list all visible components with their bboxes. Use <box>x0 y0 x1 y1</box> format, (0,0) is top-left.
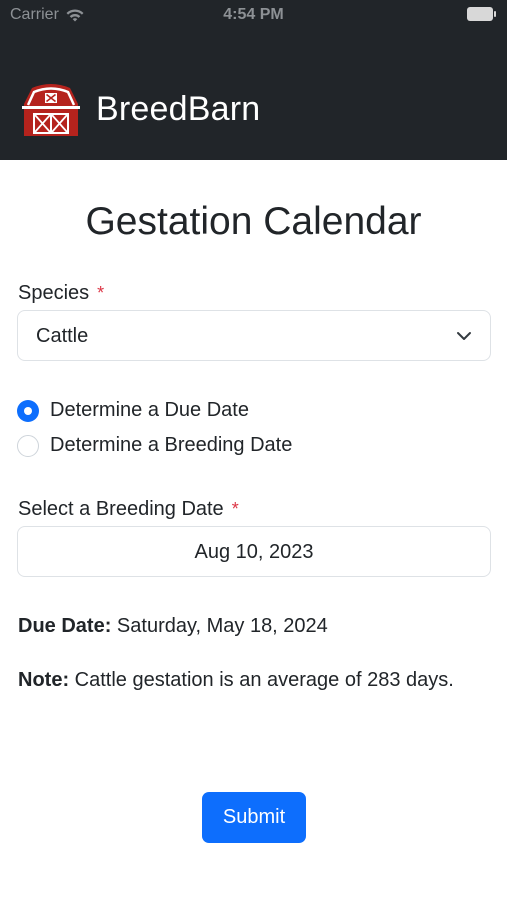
radio-option-due-date[interactable]: Determine a Due Date <box>17 399 249 422</box>
status-bar: Carrier 4:54 PM <box>0 0 507 30</box>
breeding-date-picker[interactable]: Aug 10, 2023 <box>17 526 491 577</box>
due-date-value: Saturday, May 18, 2024 <box>116 615 328 637</box>
submit-button[interactable]: Submit <box>202 792 306 843</box>
radio-button-checked[interactable] <box>17 399 39 422</box>
note-text: Cattle gestation is an average of 283 da… <box>74 669 454 691</box>
app-name: BreedBarn <box>96 89 261 128</box>
main-content: Gestation Calendar Species * Cattle Deter… <box>0 160 507 900</box>
page-title: Gestation Calendar <box>85 200 422 243</box>
radio-label: Determine a Breeding Date <box>50 434 293 456</box>
required-marker: * <box>231 499 239 519</box>
app-header: Carrier 4:54 PM BreedBarn <box>0 0 507 160</box>
species-label: Species <box>18 282 90 304</box>
species-select[interactable]: Cattle <box>17 310 491 361</box>
due-date-label: Due Date: <box>18 615 112 637</box>
radio-option-breeding-date[interactable]: Determine a Breeding Date <box>17 434 292 457</box>
breeding-date-value: Aug 10, 2023 <box>194 541 314 563</box>
breeding-date-label-row: Select a Breeding Date * <box>18 498 239 521</box>
due-date-result: Due Date: Saturday, May 18, 2024 <box>18 610 478 643</box>
required-marker: * <box>97 283 105 303</box>
battery-icon <box>467 7 496 21</box>
clock: 4:54 PM <box>223 6 284 23</box>
radio-label: Determine a Due Date <box>50 399 249 421</box>
gestation-note: Note: Cattle gestation is an average of … <box>18 664 478 697</box>
species-label-row: Species * <box>18 282 104 305</box>
species-selected-value: Cattle <box>36 325 89 347</box>
note-label: Note: <box>18 669 70 691</box>
breeding-date-label: Select a Breeding Date <box>18 498 224 520</box>
barn-logo-icon <box>22 84 80 136</box>
radio-button-unchecked[interactable] <box>17 434 39 457</box>
brand[interactable]: BreedBarn <box>20 82 260 136</box>
chevron-down-icon <box>457 332 471 340</box>
